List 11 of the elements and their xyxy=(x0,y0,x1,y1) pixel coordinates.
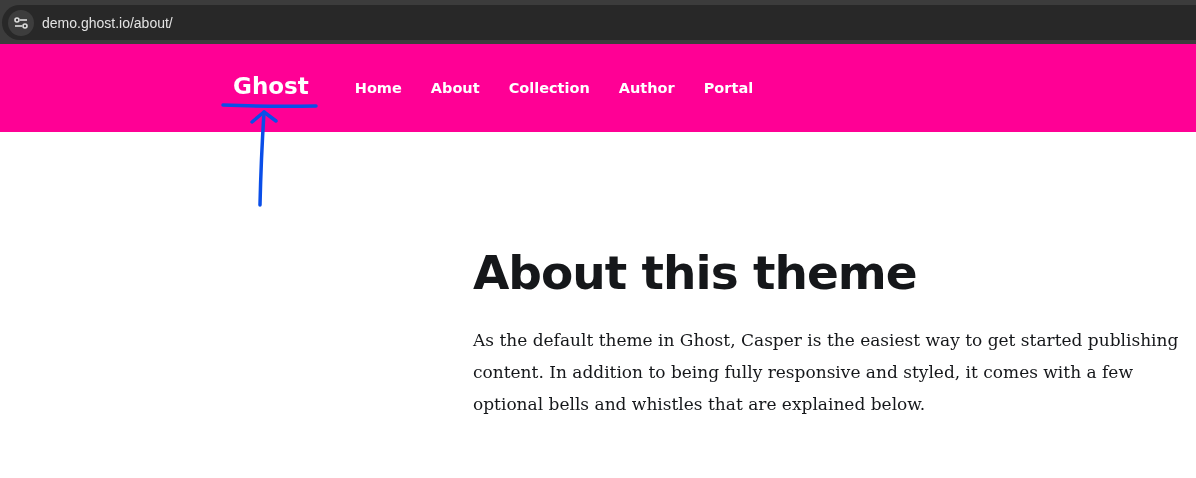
article-title: About this theme xyxy=(473,245,918,300)
address-bar[interactable]: demo.ghost.io/about/ xyxy=(2,5,1196,40)
url-text: demo.ghost.io/about/ xyxy=(42,14,173,31)
nav-link[interactable]: Collection xyxy=(508,80,590,96)
site-settings-icon[interactable] xyxy=(8,9,34,36)
nav-link[interactable]: About xyxy=(430,80,480,96)
nav-link[interactable]: Author xyxy=(618,80,675,96)
nav-link[interactable]: Home xyxy=(354,80,402,96)
site-logo[interactable]: Ghost xyxy=(233,73,309,99)
article-paragraph: As the default theme in Ghost, Casper is the easiest way to get started publishing content. In addition to being fully responsive and styled, it comes with a few optional bells and whistles that are explained below. xyxy=(473,329,1180,416)
nav-link[interactable]: Portal xyxy=(703,80,754,96)
